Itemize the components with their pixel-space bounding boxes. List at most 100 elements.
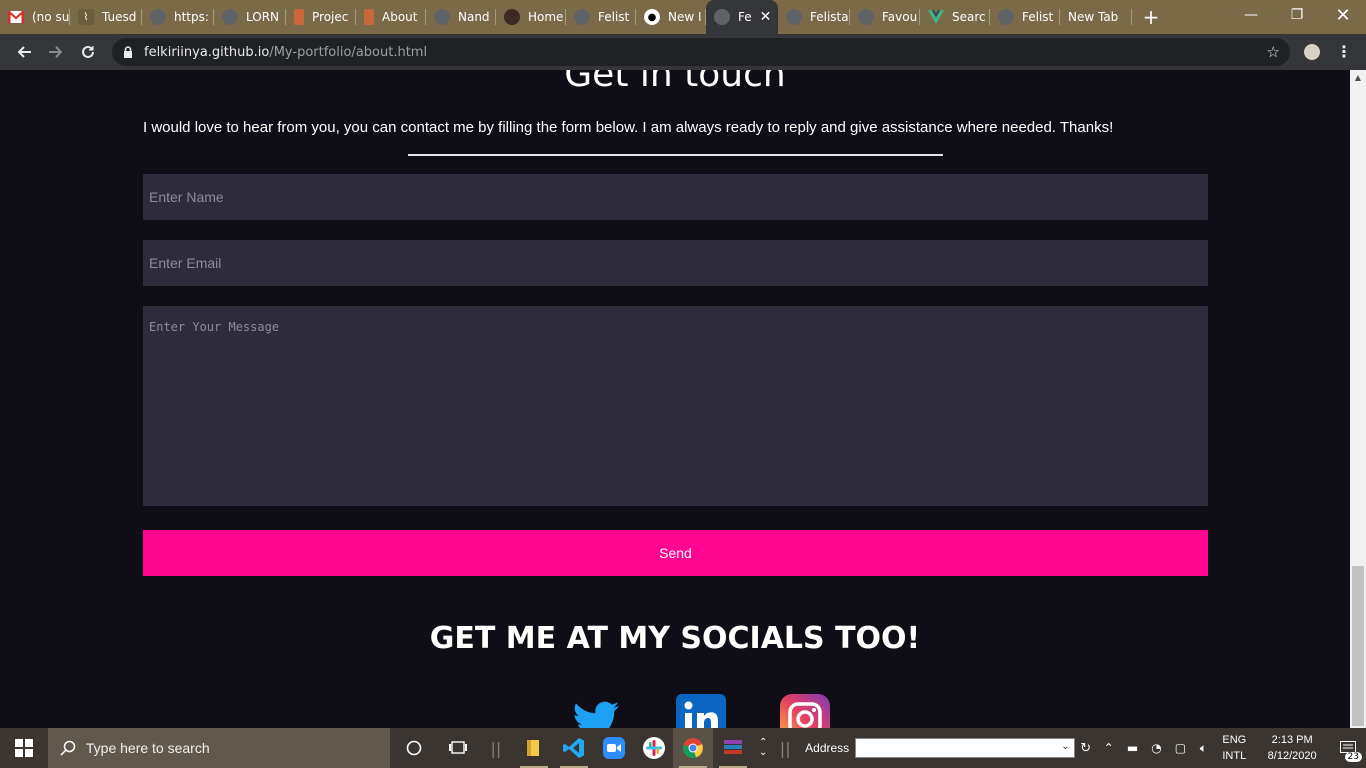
tab[interactable]: Felista: [778, 0, 850, 34]
tab-title: Projec: [312, 10, 349, 24]
clock-time: 2:13 PM: [1271, 734, 1313, 746]
scroll-up-arrow-icon[interactable]: ▲: [1350, 70, 1366, 86]
chrome-icon[interactable]: [673, 728, 714, 768]
tab[interactable]: Projec: [286, 0, 356, 34]
address-bar[interactable]: felkiriinya.github.io/My-portfolio/about…: [112, 38, 1290, 66]
tray-chevron-up-icon[interactable]: ⌃: [1097, 728, 1121, 768]
file-explorer-icon[interactable]: [514, 728, 554, 768]
volume-icon[interactable]: 🔈︎: [1192, 728, 1214, 768]
tab-title: Felist: [598, 10, 630, 24]
tab-active[interactable]: Fe ✕: [706, 0, 778, 34]
close-window-button[interactable]: ✕: [1320, 0, 1366, 30]
tab[interactable]: (no su: [0, 0, 70, 34]
reload-button[interactable]: [72, 36, 104, 68]
language-indicator[interactable]: ENG INTL: [1214, 732, 1254, 764]
scrollbar-thumb[interactable]: [1352, 566, 1364, 726]
taskbar-search[interactable]: Type here to search: [47, 728, 391, 768]
tab[interactable]: Home: [496, 0, 566, 34]
tab-title: New I: [668, 10, 702, 24]
forward-button[interactable]: [40, 36, 72, 68]
intro-text: I would love to hear from you, you can c…: [143, 119, 1114, 136]
keyboard-layout: INTL: [1222, 750, 1247, 762]
power-icon[interactable]: ▢: [1168, 728, 1192, 768]
cortana-icon[interactable]: [390, 728, 438, 768]
instagram-icon[interactable]: [780, 694, 830, 728]
browser-toolbar: felkiriinya.github.io/My-portfolio/about…: [0, 34, 1366, 70]
profile-avatar[interactable]: [1302, 42, 1322, 62]
socials-title: GET ME AT MY SOCIALS TOO!: [429, 621, 921, 656]
minimize-button[interactable]: —: [1228, 0, 1274, 30]
go-refresh-icon[interactable]: ↻: [1075, 728, 1097, 768]
windows-taskbar: Type here to search || ⌃ ⌄ || Address ⌄ ↻…: [0, 728, 1366, 768]
tab-title: Felista: [810, 10, 849, 24]
search-placeholder: Type here to search: [85, 740, 210, 756]
name-input[interactable]: [143, 174, 1208, 220]
back-arrow-icon: [17, 46, 31, 58]
windows-logo-icon: [14, 739, 33, 757]
tab[interactable]: Felist: [566, 0, 636, 34]
tab-title: Home: [528, 10, 564, 24]
globe-icon: [858, 9, 874, 25]
tab[interactable]: Nand: [426, 0, 496, 34]
search-icon: [60, 740, 76, 756]
email-input[interactable]: [143, 240, 1208, 286]
task-view-icon[interactable]: [438, 728, 478, 768]
tab[interactable]: Searc: [920, 0, 990, 34]
url-path: /My-portfolio/about.html: [269, 44, 428, 60]
forward-arrow-icon: [49, 46, 63, 58]
tab[interactable]: LORN: [214, 0, 286, 34]
globe-icon: [434, 9, 450, 25]
toolbar-grip: ||: [779, 738, 791, 758]
address-toolbar-input[interactable]: ⌄: [855, 738, 1075, 758]
menu-dots-icon[interactable]: ⋮: [1336, 42, 1352, 61]
slack-icon[interactable]: [634, 728, 674, 768]
action-center-icon[interactable]: 23: [1330, 728, 1366, 768]
tab[interactable]: ⌇ Tuesd: [70, 0, 142, 34]
tab[interactable]: https:: [142, 0, 214, 34]
palm-icon: ⌇: [78, 9, 94, 25]
globe-icon: [574, 9, 590, 25]
vscode-icon[interactable]: [554, 728, 594, 768]
battery-icon[interactable]: ▬: [1121, 728, 1145, 768]
taskbar-scroll-arrows-icon[interactable]: ⌃ ⌄: [753, 728, 773, 768]
send-button[interactable]: Send: [143, 530, 1208, 576]
tab-title: New Tab: [1068, 10, 1119, 24]
back-button[interactable]: [8, 36, 40, 68]
linkedin-icon[interactable]: [676, 694, 726, 728]
lock-icon: [124, 46, 132, 58]
github-icon: ●: [644, 9, 660, 25]
bookmark-star-icon[interactable]: ☆: [1267, 43, 1280, 61]
message-textarea[interactable]: [143, 306, 1208, 506]
twitter-icon[interactable]: [571, 694, 621, 728]
globe-icon: [786, 9, 802, 25]
clock[interactable]: 2:13 PM 8/12/2020: [1254, 732, 1330, 764]
page-heading: Get in touch: [564, 70, 786, 95]
restore-button[interactable]: ❐: [1274, 0, 1320, 30]
start-button[interactable]: [0, 728, 48, 768]
new-tab-button[interactable]: +: [1136, 0, 1166, 34]
tab-title: Tuesd: [102, 10, 137, 24]
tab[interactable]: About: [356, 0, 426, 34]
toolbar-grip: ||: [490, 738, 502, 758]
vue-icon: [928, 9, 944, 25]
globe-icon: [714, 9, 730, 25]
tab[interactable]: New Tab: [1060, 0, 1132, 34]
tab-title: https:: [174, 10, 209, 24]
winrar-icon[interactable]: [713, 728, 753, 768]
wifi-icon[interactable]: ◔: [1145, 728, 1169, 768]
tab[interactable]: Felist: [990, 0, 1060, 34]
tab-strip: (no su ⌇ Tuesd https: LORN Projec About N…: [0, 0, 1366, 34]
divider: [408, 154, 943, 156]
zoom-icon[interactable]: [594, 728, 634, 768]
close-icon[interactable]: ✕: [760, 9, 772, 25]
globe-icon: [222, 9, 238, 25]
chevron-down-icon: ⌄: [1061, 741, 1070, 752]
tab-title: Searc: [952, 10, 986, 24]
globe-icon: [998, 9, 1014, 25]
tab[interactable]: Favou: [850, 0, 920, 34]
address-toolbar-label: Address: [805, 741, 850, 755]
url-host: felkiriinya.github.io: [144, 44, 270, 60]
tab[interactable]: ● New I: [636, 0, 706, 34]
tab-title: Fe: [738, 10, 752, 24]
clock-date: 8/12/2020: [1267, 750, 1317, 762]
